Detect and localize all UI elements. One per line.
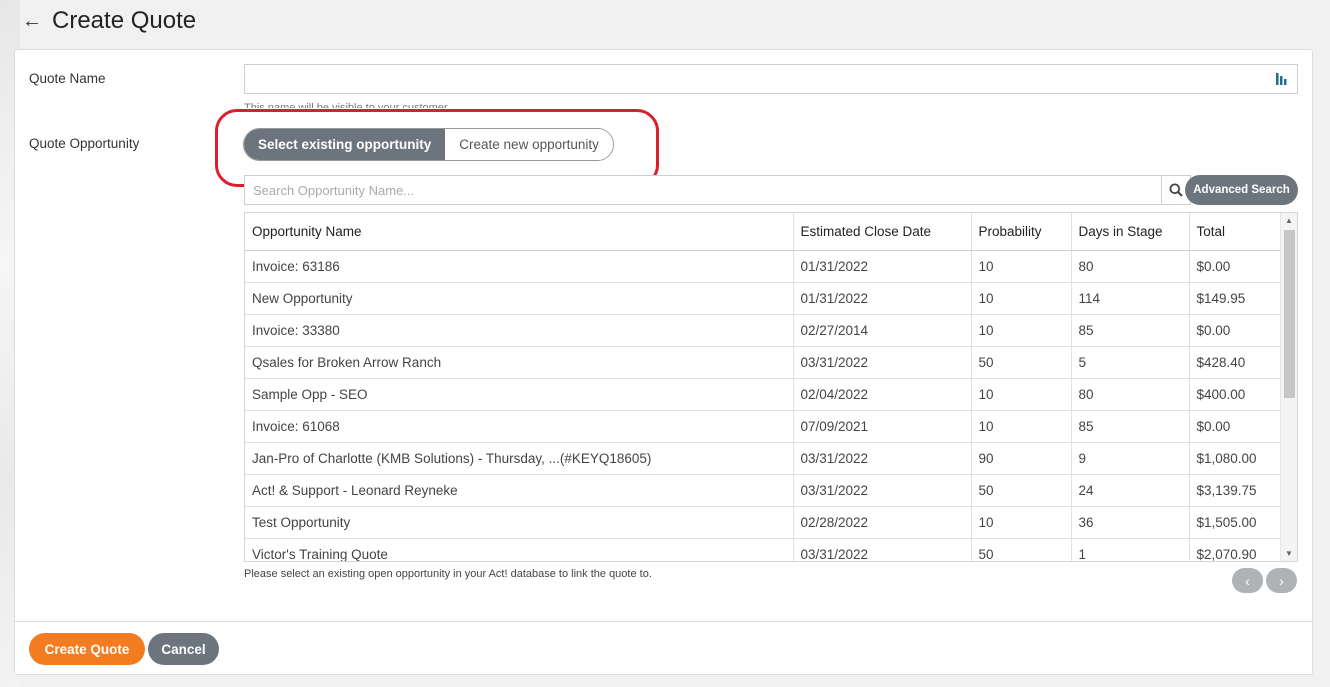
table-cell: 85 [1071, 410, 1190, 443]
table-row[interactable]: Sample Opp - SEO 02/04/2022 10 80 $400.00 [245, 378, 1282, 411]
table-cell: 03/31/2022 [793, 474, 972, 507]
table-cell: 02/27/2014 [793, 314, 972, 347]
column-header[interactable]: Estimated Close Date [793, 213, 972, 251]
table-cell: Victor's Training Quote [245, 538, 794, 561]
table-header-row: Opportunity Name Estimated Close Date Pr… [245, 213, 1282, 251]
select-existing-opportunity-button[interactable]: Select existing opportunity [244, 129, 446, 160]
table-cell: 01/31/2022 [793, 250, 972, 283]
table-cell: $149.95 [1189, 282, 1282, 315]
table-cell: 50 [971, 346, 1072, 379]
quote-name-hint: This name will be visible to your custom… [244, 102, 451, 108]
table-cell: Invoice: 63186 [245, 250, 794, 283]
table-row[interactable]: New Opportunity 01/31/2022 10 114 $149.95 [245, 282, 1282, 315]
pagination: ‹ › [1232, 568, 1297, 593]
quote-opportunity-label: Quote Opportunity [29, 136, 140, 151]
table-cell: 24 [1071, 474, 1190, 507]
search-input[interactable] [245, 176, 1161, 204]
cancel-button[interactable]: Cancel [148, 633, 219, 665]
scrollbar-thumb[interactable] [1284, 230, 1295, 398]
table-cell: 50 [971, 474, 1072, 507]
table-row[interactable]: Act! & Support - Leonard Reyneke 03/31/20… [245, 474, 1282, 507]
chevron-right-icon[interactable]: › [1266, 568, 1297, 593]
table-cell: $3,139.75 [1189, 474, 1282, 507]
page-title: Create Quote [52, 7, 197, 34]
form-footer: Create Quote Cancel [15, 621, 1312, 674]
table-cell: 10 [971, 410, 1072, 443]
table-cell: Invoice: 33380 [245, 314, 794, 347]
column-header[interactable]: Probability [971, 213, 1072, 251]
scroll-up-icon[interactable]: ▲ [1285, 216, 1293, 225]
table-cell: 10 [971, 282, 1072, 315]
column-header[interactable]: Opportunity Name [245, 213, 794, 251]
table-cell: 114 [1071, 282, 1190, 315]
table-cell: 10 [971, 506, 1072, 539]
table-cell: 50 [971, 538, 1072, 561]
table-cell: 02/28/2022 [793, 506, 972, 539]
advanced-search-button[interactable]: Advanced Search [1185, 175, 1298, 205]
table-cell: 9 [1071, 442, 1190, 475]
opportunity-mode-toggle: Select existing opportunity Create new o… [243, 128, 614, 161]
table-row[interactable]: Victor's Training Quote 03/31/2022 50 1 $2,0… [245, 538, 1282, 561]
table-row[interactable]: Jan-Pro of Charlotte (KMB Solutions) - T… [245, 442, 1282, 475]
opportunity-search [244, 175, 1191, 205]
table-cell: 03/31/2022 [793, 346, 972, 379]
table-cell: 10 [971, 378, 1072, 411]
table-cell: Test Opportunity [245, 506, 794, 539]
table-scrollbar[interactable]: ▲ ▼ [1280, 213, 1297, 561]
table-cell: Sample Opp - SEO [245, 378, 794, 411]
table-cell: 1 [1071, 538, 1190, 561]
table-cell: Invoice: 61068 [245, 410, 794, 443]
quote-name-label: Quote Name [29, 71, 106, 86]
table-row[interactable]: Invoice: 61068 07/09/2021 10 85 $0.00 [245, 410, 1282, 443]
create-quote-form: Quote Name This name will be visible to … [14, 49, 1313, 675]
chevron-left-icon[interactable]: ‹ [1232, 568, 1263, 593]
column-header[interactable]: Days in Stage [1071, 213, 1190, 251]
table-cell: $0.00 [1189, 410, 1282, 443]
table-cell: $428.40 [1189, 346, 1282, 379]
create-quote-button[interactable]: Create Quote [29, 633, 145, 665]
table-row[interactable]: Invoice: 63186 01/31/2022 10 80 $0.00 [245, 250, 1282, 283]
table-cell: 03/31/2022 [793, 538, 972, 561]
table-cell: 01/31/2022 [793, 282, 972, 315]
quote-name-field[interactable] [244, 64, 1298, 94]
page-header: ← Create Quote [22, 4, 196, 38]
table-cell: $1,505.00 [1189, 506, 1282, 539]
table-cell: 80 [1071, 250, 1190, 283]
arrow-left-icon[interactable]: ← [22, 11, 42, 31]
table-hint: Please select an existing open opportuni… [244, 568, 652, 580]
table-cell: Qsales for Broken Arrow Ranch [245, 346, 794, 379]
table-row[interactable]: Test Opportunity 02/28/2022 10 36 $1,505.00 [245, 506, 1282, 539]
table-cell: $0.00 [1189, 250, 1282, 283]
table-cell: 85 [1071, 314, 1190, 347]
table-cell: New Opportunity [245, 282, 794, 315]
table-cell: 10 [971, 250, 1072, 283]
table-cell: $1,080.00 [1189, 442, 1282, 475]
table-cell: 03/31/2022 [793, 442, 972, 475]
table-row[interactable]: Qsales for Broken Arrow Ranch 03/31/2022 5… [245, 346, 1282, 379]
column-header[interactable]: Total [1189, 213, 1282, 251]
create-new-opportunity-button[interactable]: Create new opportunity [445, 129, 613, 160]
table-cell: $400.00 [1189, 378, 1282, 411]
table-cell: 80 [1071, 378, 1190, 411]
table-cell: Act! & Support - Leonard Reyneke [245, 474, 794, 507]
table-cell: 10 [971, 314, 1072, 347]
table-cell: 07/09/2021 [793, 410, 972, 443]
table-cell: $2,070.90 [1189, 538, 1282, 561]
table-cell: Jan-Pro of Charlotte (KMB Solutions) - T… [245, 442, 794, 475]
table-cell: 90 [971, 442, 1072, 475]
table-cell: 36 [1071, 506, 1190, 539]
opportunity-table: Opportunity Name Estimated Close Date Pr… [244, 212, 1298, 562]
table-cell: 5 [1071, 346, 1190, 379]
table-row[interactable]: Invoice: 33380 02/27/2014 10 85 $0.00 [245, 314, 1282, 347]
table-cell: $0.00 [1189, 314, 1282, 347]
table-cell: 02/04/2022 [793, 378, 972, 411]
field-helper-icon[interactable] [1275, 72, 1287, 86]
scroll-down-icon[interactable]: ▼ [1285, 549, 1293, 558]
